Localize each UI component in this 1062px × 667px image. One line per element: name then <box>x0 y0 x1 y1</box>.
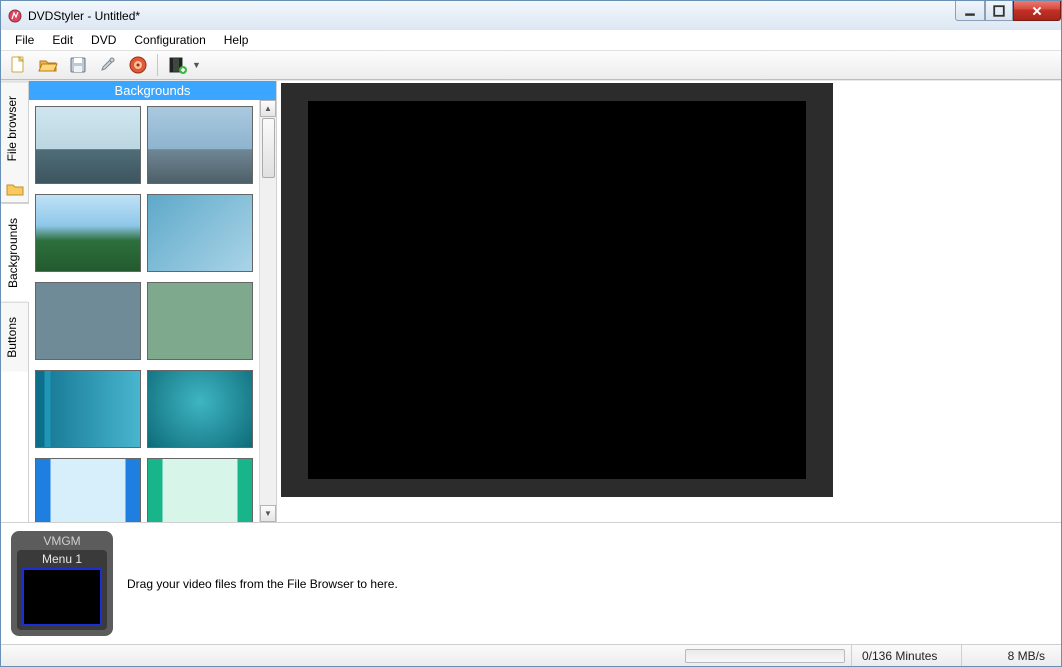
backgrounds-header: Backgrounds <box>29 81 276 100</box>
close-button[interactable] <box>1013 1 1061 21</box>
drag-hint: Drag your video files from the File Brow… <box>127 577 398 591</box>
scroll-up-button[interactable]: ▲ <box>260 100 276 117</box>
background-thumb[interactable] <box>35 370 141 448</box>
menu-help[interactable]: Help <box>216 31 257 49</box>
menu-bar: File Edit DVD Configuration Help <box>1 30 1061 50</box>
window-title: DVDStyler - Untitled* <box>28 9 140 23</box>
chevron-down-icon: ▼ <box>192 60 201 70</box>
background-thumb[interactable] <box>147 458 253 522</box>
background-thumb[interactable] <box>35 194 141 272</box>
preview-canvas <box>308 101 806 479</box>
status-minutes: 0/136 Minutes <box>851 645 961 666</box>
new-button[interactable] <box>5 52 31 78</box>
scroll-down-button[interactable]: ▼ <box>260 505 276 522</box>
maximize-button[interactable] <box>985 1 1013 21</box>
status-bitrate: 8 MB/s <box>961 645 1061 666</box>
background-thumb[interactable] <box>35 458 141 522</box>
app-frame: File Edit DVD Configuration Help ▼ <box>0 30 1062 667</box>
save-button[interactable] <box>65 52 91 78</box>
window-controls <box>955 1 1061 21</box>
burn-button[interactable] <box>125 52 151 78</box>
menu-preview[interactable] <box>281 83 833 497</box>
preview-area <box>277 81 1061 522</box>
folder-icon[interactable] <box>1 175 28 203</box>
side-tabs: File browser Backgrounds Buttons <box>1 81 29 522</box>
menu-configuration[interactable]: Configuration <box>126 31 213 49</box>
background-thumb[interactable] <box>35 282 141 360</box>
minimize-button[interactable] <box>955 1 985 21</box>
tab-buttons[interactable]: Buttons <box>1 302 28 372</box>
status-bar: 0/136 Minutes 8 MB/s <box>1 644 1061 666</box>
title-bar: DVDStyler - Untitled* <box>0 0 1062 30</box>
vmgm-label: VMGM <box>17 534 107 548</box>
menu1-label: Menu 1 <box>21 552 103 566</box>
menu-dvd[interactable]: DVD <box>83 31 124 49</box>
menu1-block[interactable]: Menu 1 <box>17 550 107 630</box>
tab-file-browser[interactable]: File browser <box>1 81 28 175</box>
toolbar-separator <box>157 54 158 76</box>
background-thumb[interactable] <box>35 106 141 184</box>
scrollbar-thumb[interactable] <box>262 118 275 178</box>
backgrounds-panel: Backgrounds ▲ ▼ <box>29 81 277 522</box>
backgrounds-scrollbar[interactable]: ▲ ▼ <box>259 100 276 522</box>
background-thumb[interactable] <box>147 282 253 360</box>
menu-edit[interactable]: Edit <box>44 31 81 49</box>
open-button[interactable] <box>35 52 61 78</box>
add-media-dropdown[interactable]: ▼ <box>164 52 201 78</box>
vmgm-block[interactable]: VMGM Menu 1 <box>11 531 113 636</box>
settings-button[interactable] <box>95 52 121 78</box>
disc-usage-progress <box>685 649 845 663</box>
app-icon <box>7 8 23 24</box>
background-thumb[interactable] <box>147 370 253 448</box>
background-thumb[interactable] <box>147 106 253 184</box>
toolbar: ▼ <box>1 50 1061 80</box>
timeline: VMGM Menu 1 Drag your video files from t… <box>1 522 1061 644</box>
main-area: File browser Backgrounds Buttons Backgro… <box>1 80 1061 522</box>
menu-file[interactable]: File <box>7 31 42 49</box>
background-thumb[interactable] <box>147 194 253 272</box>
menu1-thumb <box>22 568 102 626</box>
tab-backgrounds[interactable]: Backgrounds <box>1 203 29 302</box>
backgrounds-grid <box>29 100 259 522</box>
